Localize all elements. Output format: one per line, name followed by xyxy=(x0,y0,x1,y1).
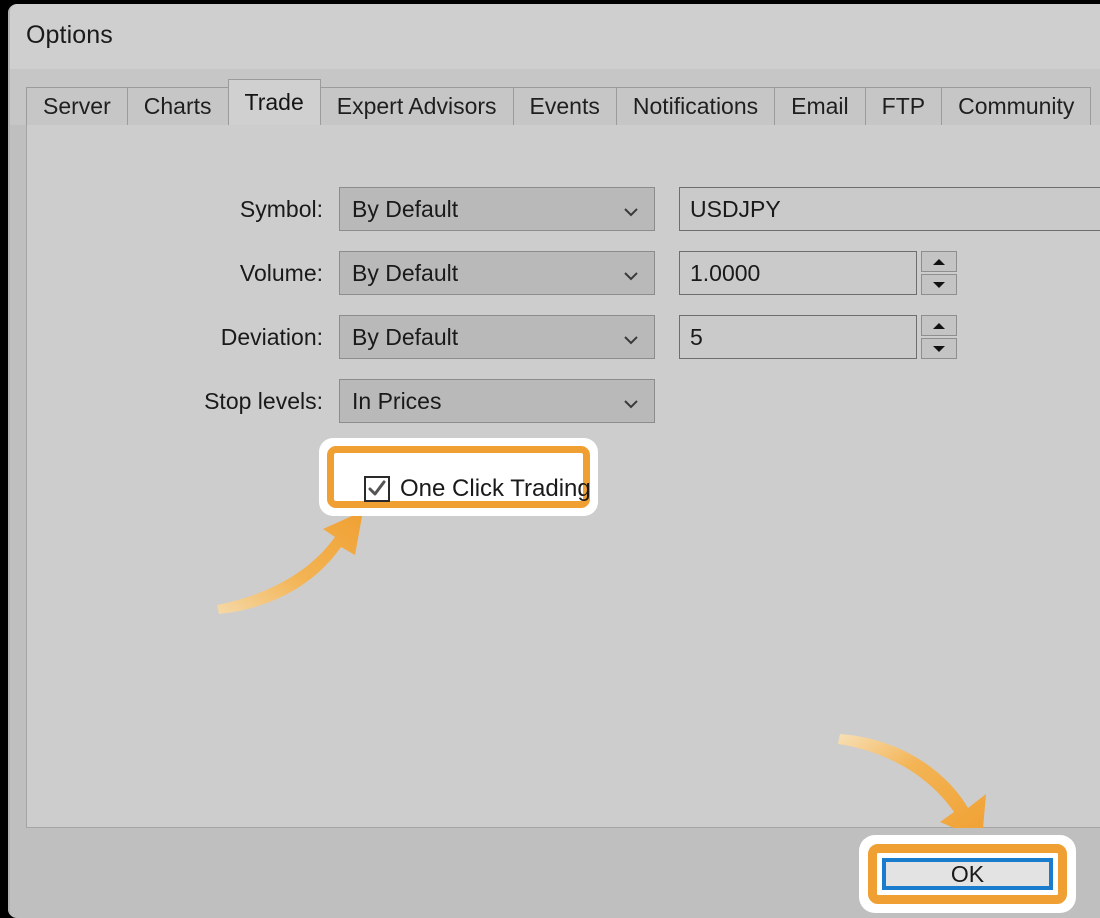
tab-ftp[interactable]: FTP xyxy=(865,87,942,125)
tab-events[interactable]: Events xyxy=(513,87,617,125)
symbol-label: Symbol: xyxy=(27,196,339,223)
deviation-input[interactable]: 5 xyxy=(679,315,917,359)
tab-email[interactable]: Email xyxy=(774,87,866,125)
volume-input-value: 1.0000 xyxy=(690,260,760,287)
symbol-input[interactable]: USDJPY xyxy=(679,187,1100,231)
tab-label: Server xyxy=(43,93,111,120)
checkmark-icon xyxy=(368,480,386,498)
chevron-down-icon xyxy=(622,392,640,410)
tab-label: Trade xyxy=(245,89,304,116)
volume-mode-value: By Default xyxy=(352,260,458,287)
tab-notifications[interactable]: Notifications xyxy=(616,87,775,125)
volume-label: Volume: xyxy=(27,260,339,287)
volume-stepper-up[interactable] xyxy=(921,251,957,272)
spinner-up-icon xyxy=(933,323,945,329)
deviation-stepper-up[interactable] xyxy=(921,315,957,336)
stop-levels-select[interactable]: In Prices xyxy=(339,379,655,423)
window-frame-edge xyxy=(8,4,10,918)
tab-label: Events xyxy=(530,93,600,120)
tab-strip: Server Charts Trade Expert Advisors Even… xyxy=(10,69,1100,125)
form-row-volume: Volume: By Default xyxy=(27,251,655,295)
deviation-input-value: 5 xyxy=(690,324,703,351)
one-click-trading-highlight-ring: One Click Trading xyxy=(327,446,590,508)
one-click-trading-checkbox[interactable] xyxy=(364,476,390,502)
form-row-deviation: Deviation: By Default xyxy=(27,315,655,359)
deviation-mode-value: By Default xyxy=(352,324,458,351)
deviation-mode-select[interactable]: By Default xyxy=(339,315,655,359)
tab-label: Expert Advisors xyxy=(337,93,497,120)
spinner-down-icon xyxy=(933,282,945,288)
spinner-down-icon xyxy=(933,346,945,352)
chevron-down-icon xyxy=(622,328,640,346)
deviation-stepper[interactable] xyxy=(921,315,957,359)
title-bar: Options xyxy=(10,4,1100,69)
tab-server[interactable]: Server xyxy=(26,87,128,125)
stop-levels-value: In Prices xyxy=(352,388,441,415)
symbol-mode-value: By Default xyxy=(352,196,458,223)
ok-button-highlight: OK xyxy=(859,835,1076,913)
volume-stepper-down[interactable] xyxy=(921,274,957,295)
chevron-down-icon xyxy=(622,200,640,218)
tab-trade[interactable]: Trade xyxy=(228,79,321,125)
ok-button-label: OK xyxy=(951,861,984,888)
arrow-to-one-click-trading xyxy=(213,509,393,629)
stop-levels-label: Stop levels: xyxy=(27,388,339,415)
form-row-stop-levels: Stop levels: In Prices xyxy=(27,379,655,423)
tab-list: Server Charts Trade Expert Advisors Even… xyxy=(26,69,1090,125)
symbol-input-value: USDJPY xyxy=(690,196,781,223)
deviation-label: Deviation: xyxy=(27,324,339,351)
one-click-trading-label: One Click Trading xyxy=(400,475,591,503)
tab-label: Email xyxy=(791,93,849,120)
one-click-trading-highlight: One Click Trading xyxy=(319,438,598,516)
spinner-up-icon xyxy=(933,259,945,265)
tab-community[interactable]: Community xyxy=(941,87,1091,125)
tab-label: Charts xyxy=(144,93,212,120)
tab-label: Community xyxy=(958,93,1074,120)
tab-label: Notifications xyxy=(633,93,758,120)
one-click-trading-row[interactable]: One Click Trading xyxy=(364,475,591,503)
window-title: Options xyxy=(26,21,113,50)
volume-stepper[interactable] xyxy=(921,251,957,295)
tab-label: FTP xyxy=(882,93,925,120)
options-dialog: Options Server Charts Trade Expert Advis… xyxy=(8,4,1100,918)
form-row-symbol: Symbol: By Default xyxy=(27,187,655,231)
chevron-down-icon xyxy=(622,264,640,282)
tab-expert-advisors[interactable]: Expert Advisors xyxy=(320,87,514,125)
tab-charts[interactable]: Charts xyxy=(127,87,229,125)
deviation-stepper-down[interactable] xyxy=(921,338,957,359)
ok-button[interactable]: OK xyxy=(882,858,1053,890)
volume-mode-select[interactable]: By Default xyxy=(339,251,655,295)
symbol-mode-select[interactable]: By Default xyxy=(339,187,655,231)
volume-input[interactable]: 1.0000 xyxy=(679,251,917,295)
ok-button-highlight-ring: OK xyxy=(868,844,1067,904)
